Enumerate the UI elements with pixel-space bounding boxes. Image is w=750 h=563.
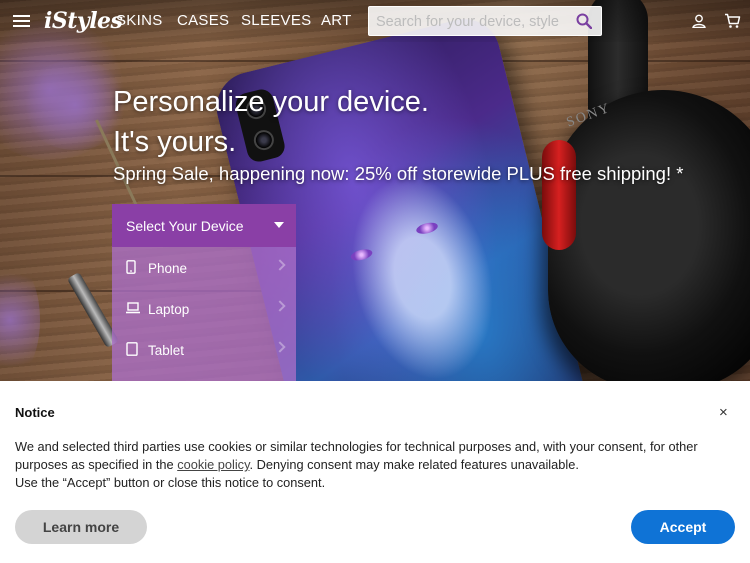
device-item-laptop[interactable]: Laptop bbox=[112, 288, 296, 329]
device-item-tablet[interactable]: Tablet bbox=[112, 329, 296, 370]
close-icon[interactable]: × bbox=[719, 405, 728, 420]
nav-link-sleeves[interactable]: SLEEVES bbox=[241, 12, 311, 29]
phone-icon bbox=[126, 260, 136, 274]
device-item-phone[interactable]: Phone bbox=[112, 247, 296, 288]
device-item-label: Tablet bbox=[148, 343, 185, 358]
lion-eye bbox=[349, 247, 374, 263]
cookie-notice: Notice × We and selected third parties u… bbox=[0, 381, 750, 563]
account-icon[interactable] bbox=[692, 14, 706, 28]
site-logo[interactable]: iStyles bbox=[44, 8, 123, 34]
tablet-icon bbox=[126, 342, 138, 356]
hamburger-menu-icon[interactable] bbox=[13, 15, 30, 27]
top-navigation: iStyles SKINS CASES SLEEVES ART bbox=[0, 0, 750, 42]
headphones-image: SONY bbox=[542, 0, 750, 410]
lion-eye bbox=[415, 220, 439, 236]
accept-button[interactable]: Accept bbox=[631, 510, 735, 544]
headphone-earcup bbox=[548, 90, 750, 390]
select-device-dropdown[interactable]: Select Your Device bbox=[112, 204, 296, 247]
device-list: Phone Laptop Tablet bbox=[112, 247, 296, 390]
device-item-label: Phone bbox=[148, 261, 188, 276]
notice-text: . Denying consent may make related featu… bbox=[249, 457, 579, 473]
lavender-flowers bbox=[0, 260, 40, 380]
nav-link-cases[interactable]: CASES bbox=[177, 12, 229, 29]
nav-link-skins[interactable]: SKINS bbox=[116, 12, 163, 29]
hero-title-line1: Personalize your device. bbox=[113, 86, 429, 118]
learn-more-button[interactable]: Learn more bbox=[15, 510, 147, 544]
hero-title: Personalize your device. It's yours. bbox=[113, 82, 429, 162]
laptop-icon bbox=[126, 302, 140, 314]
hero-title-line2: It's yours. bbox=[113, 126, 237, 158]
notice-title: Notice bbox=[15, 405, 55, 420]
device-selector: Select Your Device Phone Laptop Tablet bbox=[112, 204, 296, 390]
nav-link-art[interactable]: ART bbox=[321, 12, 352, 29]
chevron-right-icon bbox=[274, 300, 286, 312]
notice-text: Use the “Accept” button or close this no… bbox=[15, 475, 326, 491]
headphone-accent bbox=[542, 140, 576, 250]
device-item-label: Laptop bbox=[148, 302, 190, 317]
select-device-label: Select Your Device bbox=[126, 218, 244, 234]
caret-down-icon bbox=[274, 222, 284, 228]
search-input[interactable] bbox=[376, 12, 566, 32]
notice-body: We and selected third parties use cookie… bbox=[15, 438, 735, 493]
cart-icon[interactable] bbox=[724, 13, 741, 29]
search-icon[interactable] bbox=[576, 13, 592, 29]
promo-subtitle: Spring Sale, happening now: 25% off stor… bbox=[113, 163, 684, 184]
chevron-right-icon bbox=[274, 259, 286, 271]
chevron-right-icon bbox=[274, 341, 286, 353]
cookie-policy-link[interactable]: cookie policy bbox=[177, 457, 249, 472]
search-box bbox=[368, 6, 602, 36]
